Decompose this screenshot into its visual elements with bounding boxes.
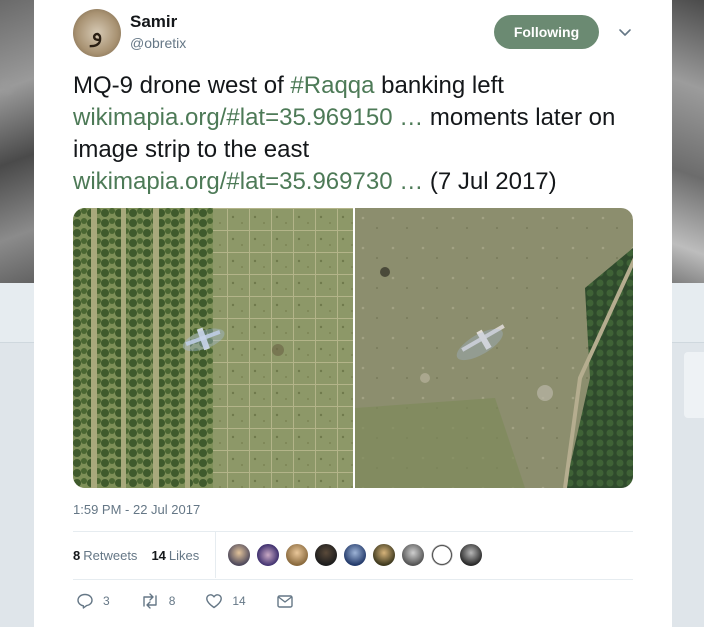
tweet-actions: 3 8 14	[76, 592, 333, 610]
chevron-down-icon[interactable]	[617, 24, 633, 40]
retweets-count: 8	[73, 547, 81, 563]
likes-label: Likes	[168, 547, 200, 563]
background-card-right	[684, 352, 704, 418]
like-count: 14	[232, 594, 246, 608]
tweet-text-part: (7 Jul 2017)	[423, 168, 557, 195]
divider	[73, 531, 633, 532]
tweet-text-part: banking left	[374, 72, 504, 99]
background-image-right	[672, 0, 704, 288]
direct-message-button[interactable]	[276, 592, 303, 610]
like-button[interactable]: 14	[205, 592, 246, 610]
likes-stat[interactable]: 14 Likes	[151, 548, 199, 563]
retweet-count: 8	[168, 594, 176, 608]
user-name[interactable]: Samir	[130, 12, 177, 32]
liker-avatar[interactable]	[430, 543, 454, 567]
liker-avatars	[227, 543, 488, 567]
background-band-left	[0, 283, 34, 343]
liker-avatar[interactable]	[459, 543, 483, 567]
avatar[interactable]: و	[73, 9, 121, 57]
following-button[interactable]: Following	[494, 15, 599, 49]
liker-avatar[interactable]	[372, 543, 396, 567]
divider	[73, 579, 633, 580]
stats-separator	[215, 532, 216, 578]
envelope-icon	[277, 595, 293, 608]
avatar-glyph: و	[90, 18, 104, 48]
tweet-text-part: MQ-9 drone west of	[73, 72, 291, 99]
tweet-timestamp[interactable]: 1:59 PM - 22 Jul 2017	[73, 502, 200, 517]
retweet-icon	[142, 593, 157, 609]
reply-button[interactable]: 3	[76, 592, 110, 610]
likes-count: 14	[151, 547, 166, 563]
satellite-image-right[interactable]	[353, 208, 633, 488]
heart-icon	[206, 594, 223, 609]
reply-count: 3	[103, 594, 110, 608]
satellite-image-left[interactable]	[73, 208, 353, 488]
user-handle[interactable]: @obretix	[130, 35, 186, 51]
background-image-left	[0, 0, 34, 290]
liker-avatar[interactable]	[285, 543, 309, 567]
liker-avatar[interactable]	[401, 543, 425, 567]
wikimapia-link-2[interactable]: wikimapia.org/#lat=35.969730 …	[73, 168, 423, 195]
retweets-stat[interactable]: 8 Retweets	[73, 548, 137, 563]
wikimapia-link-1[interactable]: wikimapia.org/#lat=35.969150 …	[73, 104, 423, 131]
liker-avatar[interactable]	[314, 543, 338, 567]
retweet-button[interactable]: 8	[140, 592, 176, 610]
liker-avatar[interactable]	[343, 543, 367, 567]
media-gallery	[73, 208, 633, 488]
background-band-right	[672, 283, 704, 343]
hashtag-link[interactable]: #Raqqa	[290, 72, 374, 99]
retweets-label: Retweets	[83, 547, 138, 563]
tweet-stats: 8 Retweets 14 Likes	[73, 545, 213, 565]
tweet-text: MQ-9 drone west of #Raqqa banking left wi…	[73, 70, 643, 198]
tweet-card: و Samir @obretix Following MQ-9 drone we…	[34, 0, 672, 627]
reply-icon	[77, 593, 93, 609]
liker-avatar[interactable]	[256, 543, 280, 567]
liker-avatar[interactable]	[227, 543, 251, 567]
